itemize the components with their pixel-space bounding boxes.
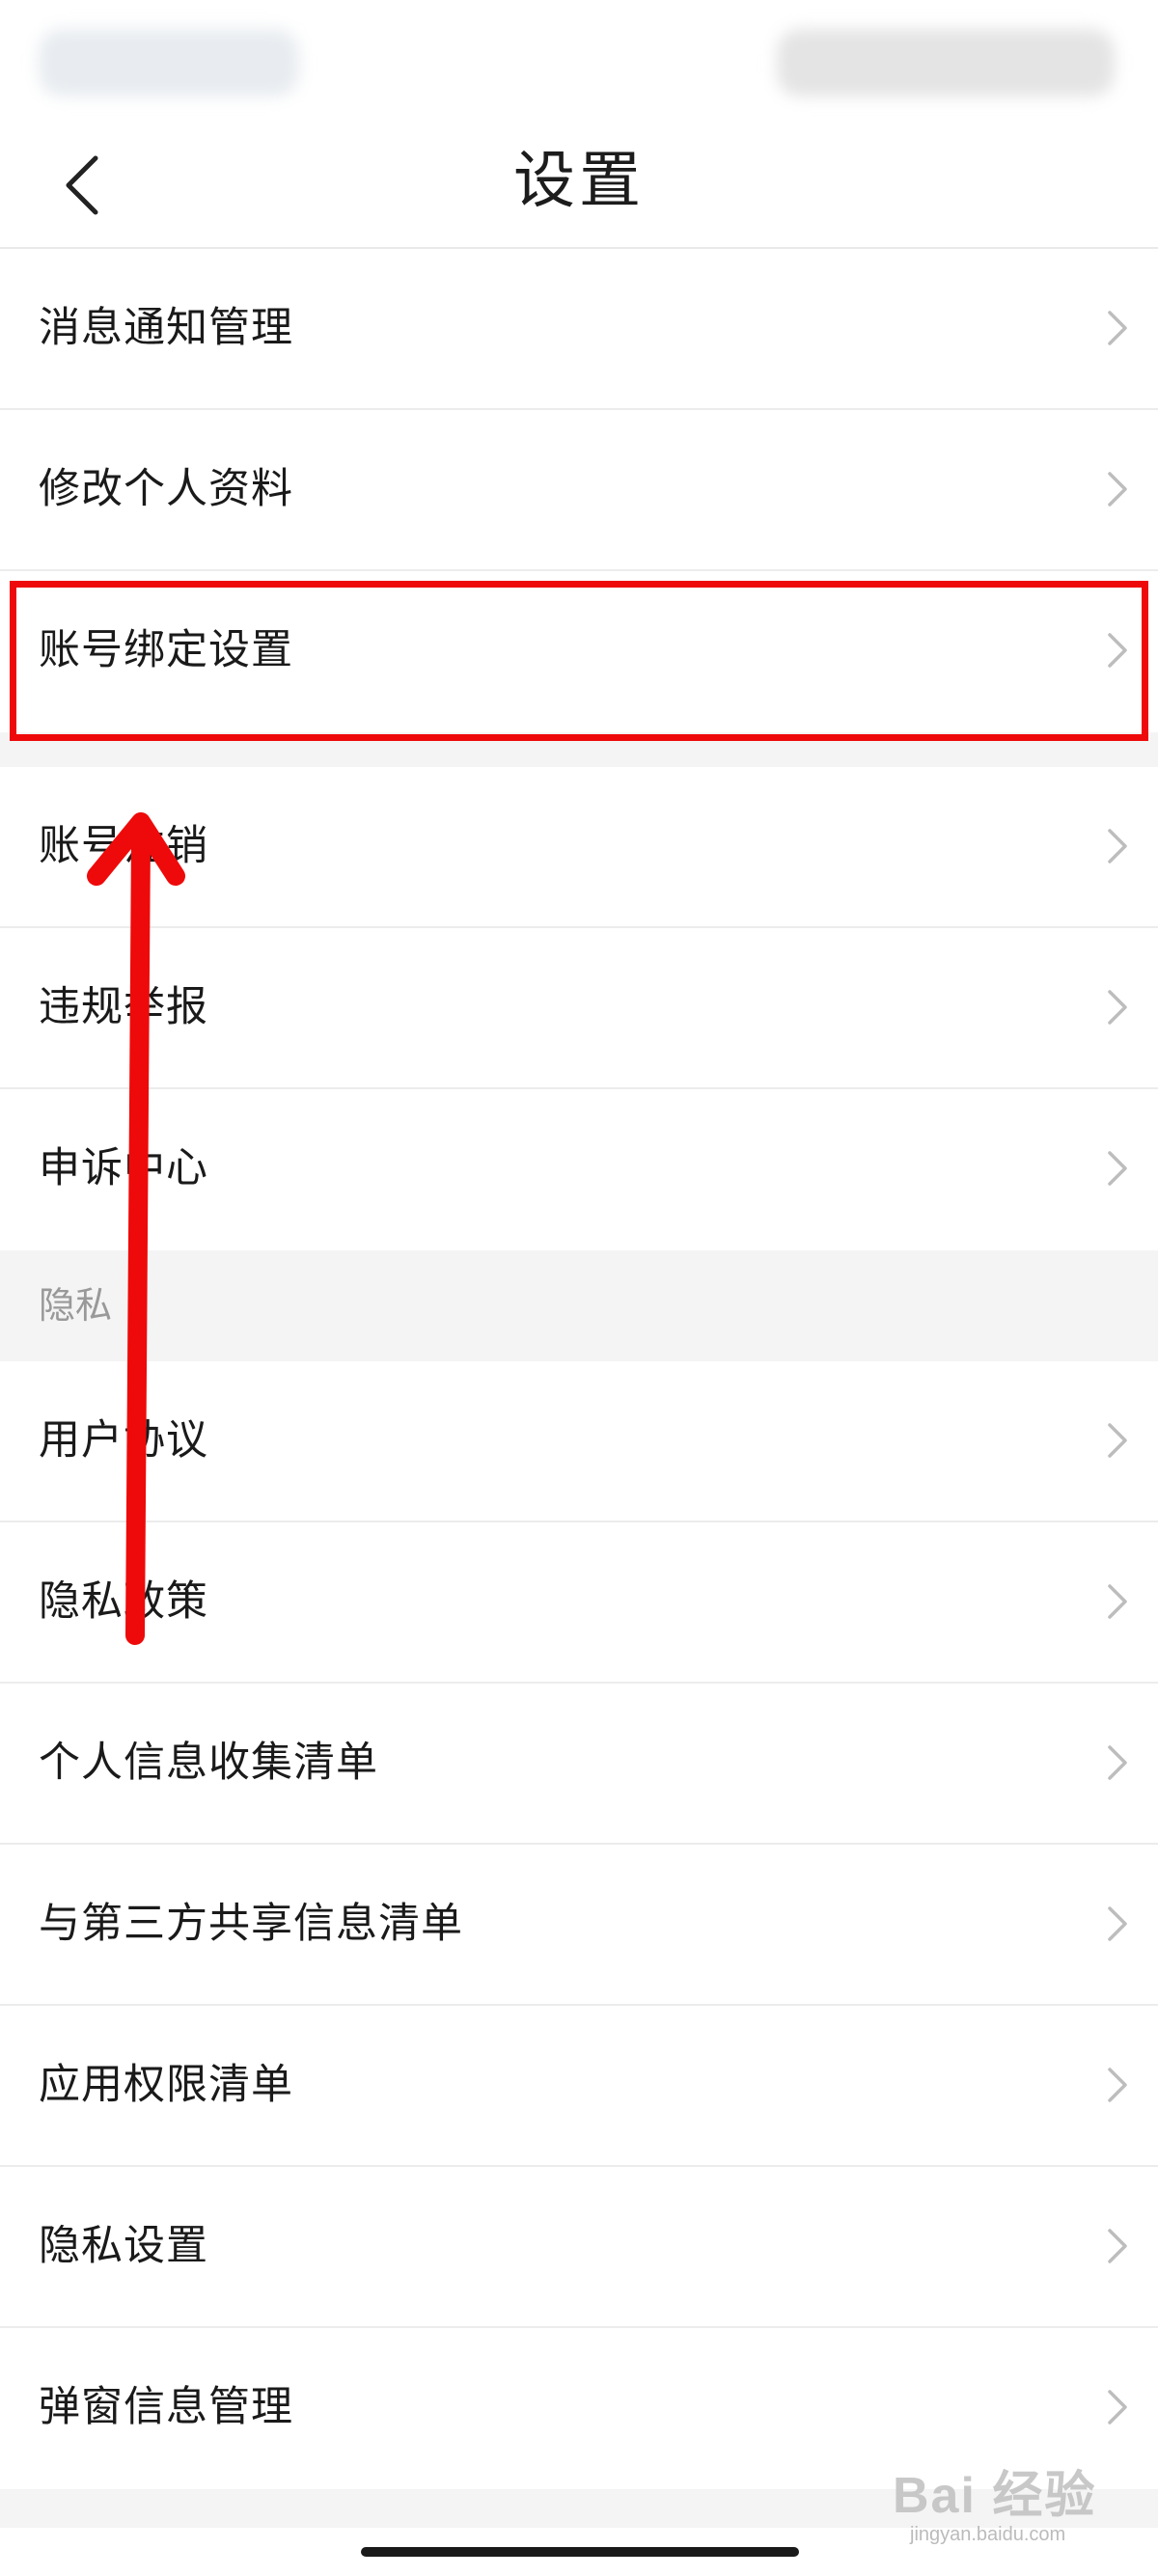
row-edit-profile[interactable]: 修改个人资料 bbox=[0, 410, 1158, 571]
chevron-right-icon bbox=[1108, 311, 1127, 345]
chevron-right-icon bbox=[1108, 472, 1127, 507]
status-bar-right-blurred bbox=[777, 29, 1115, 96]
settings-screen: 设置 消息通知管理 修改个人资料 账号绑定设置 账号注销 违规举报 申诉中心 隐… bbox=[0, 0, 1158, 2576]
chevron-right-icon bbox=[1108, 1584, 1127, 1619]
account-misc-list: 账号注销 违规举报 申诉中心 隐私 bbox=[0, 767, 1158, 1361]
chevron-right-icon bbox=[1108, 2229, 1127, 2263]
row-label: 申诉中心 bbox=[39, 1144, 208, 1192]
row-app-permissions-list[interactable]: 应用权限清单 bbox=[0, 2006, 1158, 2167]
row-user-agreement[interactable]: 用户协议 bbox=[0, 1361, 1158, 1522]
row-label: 用户协议 bbox=[39, 1416, 208, 1465]
chevron-right-icon bbox=[1108, 1423, 1127, 1458]
row-label: 修改个人资料 bbox=[39, 465, 293, 513]
highlight-box bbox=[10, 581, 1148, 741]
row-notification-management[interactable]: 消息通知管理 bbox=[0, 249, 1158, 410]
row-account-cancellation[interactable]: 账号注销 bbox=[0, 767, 1158, 928]
watermark-url: jingyan.baidu.com bbox=[910, 2524, 1066, 2545]
privacy-settings-list: 用户协议 隐私政策 个人信息收集清单 与第三方共享信息清单 应用权限清单 隐私设… bbox=[0, 1361, 1158, 2528]
chevron-right-icon bbox=[1108, 829, 1127, 863]
row-label: 违规举报 bbox=[39, 983, 208, 1031]
page-title: 设置 bbox=[513, 146, 645, 217]
chevron-right-icon bbox=[1108, 1745, 1127, 1780]
chevron-right-icon bbox=[1108, 2390, 1127, 2425]
baidu-jingyan-watermark: Bai 经验 jingyan.baidu.com bbox=[883, 2449, 1105, 2560]
row-label: 与第三方共享信息清单 bbox=[39, 1900, 463, 1948]
row-label: 应用权限清单 bbox=[39, 2061, 293, 2109]
privacy-section-header: 隐私 bbox=[0, 1250, 1158, 1361]
row-privacy-policy[interactable]: 隐私政策 bbox=[0, 1522, 1158, 1684]
row-label: 账号注销 bbox=[39, 822, 208, 870]
chevron-right-icon bbox=[1108, 2068, 1127, 2102]
row-personal-info-list[interactable]: 个人信息收集清单 bbox=[0, 1684, 1158, 1845]
row-label: 弹窗信息管理 bbox=[39, 2383, 293, 2431]
row-violation-report[interactable]: 违规举报 bbox=[0, 928, 1158, 1089]
row-third-party-sharing-list[interactable]: 与第三方共享信息清单 bbox=[0, 1845, 1158, 2006]
row-appeal-center[interactable]: 申诉中心 bbox=[0, 1089, 1158, 1250]
home-indicator[interactable] bbox=[361, 2547, 799, 2557]
status-bar-left-blurred bbox=[39, 29, 299, 96]
row-label: 个人信息收集清单 bbox=[39, 1739, 378, 1787]
row-privacy-settings[interactable]: 隐私设置 bbox=[0, 2167, 1158, 2328]
row-label: 消息通知管理 bbox=[39, 304, 293, 352]
watermark-logo-text: Bai 经验 bbox=[893, 2468, 1097, 2524]
row-label: 隐私设置 bbox=[39, 2222, 208, 2270]
row-label: 隐私政策 bbox=[39, 1577, 208, 1626]
chevron-right-icon bbox=[1108, 1906, 1127, 1941]
chevron-right-icon bbox=[1108, 1151, 1127, 1186]
status-bar bbox=[0, 0, 1158, 125]
chevron-right-icon bbox=[1108, 990, 1127, 1025]
nav-header: 设置 bbox=[0, 125, 1158, 249]
section-title: 隐私 bbox=[39, 1284, 113, 1327]
